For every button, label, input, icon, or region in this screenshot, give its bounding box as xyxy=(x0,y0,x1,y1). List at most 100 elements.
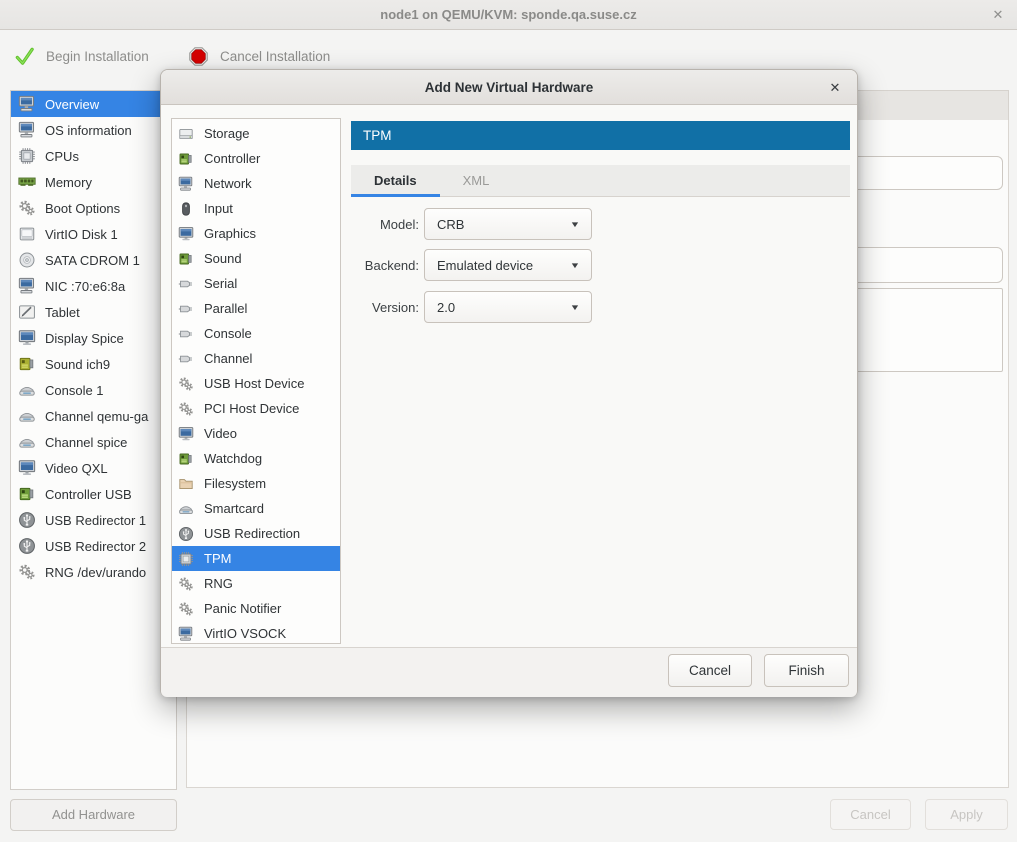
card-green-icon xyxy=(178,451,194,467)
sidebar-item-label: Display Spice xyxy=(45,331,124,346)
device-type-label: USB Host Device xyxy=(204,376,304,391)
usb-icon xyxy=(178,526,194,542)
version-label: Version: xyxy=(306,300,424,315)
sidebar-item-os-information[interactable]: OS information xyxy=(11,117,176,143)
sidebar-item-label: RNG /dev/urando xyxy=(45,565,146,580)
backend-row: Backend:Emulated device▼ xyxy=(306,249,592,281)
device-type-storage[interactable]: Storage xyxy=(172,121,340,146)
dialog-finish-button[interactable]: Finish xyxy=(764,654,849,687)
device-type-panic-notifier[interactable]: Panic Notifier xyxy=(172,596,340,621)
display-icon xyxy=(18,459,36,477)
begin-installation-button[interactable]: Begin Installation xyxy=(4,38,159,74)
device-type-label: Serial xyxy=(204,276,237,291)
sidebar-item-sata-cdrom-1[interactable]: SATA CDROM 1 xyxy=(11,247,176,273)
chevron-down-icon: ▼ xyxy=(570,261,581,270)
device-type-label: Graphics xyxy=(204,226,256,241)
device-type-label: PCI Host Device xyxy=(204,401,299,416)
device-type-watchdog[interactable]: Watchdog xyxy=(172,446,340,471)
card-green-icon xyxy=(178,251,194,267)
sidebar-item-display-spice[interactable]: Display Spice xyxy=(11,325,176,351)
tab-details[interactable]: Details xyxy=(351,165,440,197)
device-type-virtio-vsock[interactable]: VirtIO VSOCK xyxy=(172,621,340,644)
dialog-close-icon[interactable]: ✕ xyxy=(824,70,846,105)
sidebar-item-channel-spice[interactable]: Channel spice xyxy=(11,429,176,455)
sidebar-item-video-qxl[interactable]: Video QXL xyxy=(11,455,176,481)
folder-icon xyxy=(178,476,194,492)
device-type-smartcard[interactable]: Smartcard xyxy=(172,496,340,521)
device-type-controller[interactable]: Controller xyxy=(172,146,340,171)
scanner-icon xyxy=(18,433,36,451)
computer-icon xyxy=(178,626,194,642)
device-type-label: Smartcard xyxy=(204,501,264,516)
backend-select[interactable]: Emulated device▼ xyxy=(424,249,592,281)
computer-icon xyxy=(178,176,194,192)
computer-icon xyxy=(18,277,36,295)
model-row: Model:CRB▼ xyxy=(306,208,592,240)
dialog-cancel-button[interactable]: Cancel xyxy=(668,654,752,687)
device-type-tpm[interactable]: TPM xyxy=(172,546,340,571)
plug-icon xyxy=(178,301,194,317)
details-xml-tabbar: DetailsXML xyxy=(351,165,850,197)
gears-icon xyxy=(18,563,36,581)
sidebar-item-rng-dev-urando[interactable]: RNG /dev/urando xyxy=(11,559,176,585)
sidebar-item-label: Console 1 xyxy=(45,383,104,398)
sidebar-item-usb-redirector-1[interactable]: USB Redirector 1 xyxy=(11,507,176,533)
device-type-network[interactable]: Network xyxy=(172,171,340,196)
sidebar-item-label: SATA CDROM 1 xyxy=(45,253,140,268)
chip-icon xyxy=(178,551,194,567)
sidebar-item-label: Video QXL xyxy=(45,461,108,476)
sidebar-item-controller-usb[interactable]: Controller USB xyxy=(11,481,176,507)
device-type-label: Console xyxy=(204,326,252,341)
sidebar-item-memory[interactable]: Memory xyxy=(11,169,176,195)
add-hardware-button[interactable]: Add Hardware xyxy=(10,799,177,831)
sidebar-item-cpus[interactable]: CPUs xyxy=(11,143,176,169)
device-type-label: Sound xyxy=(204,251,242,266)
sidebar-item-channel-qemu-ga[interactable]: Channel qemu-ga xyxy=(11,403,176,429)
dialog-title: Add New Virtual Hardware xyxy=(161,70,857,105)
device-type-label: USB Redirection xyxy=(204,526,300,541)
sidebar-item-nic-70-e6-8a[interactable]: NIC :70:e6:8a xyxy=(11,273,176,299)
device-type-rng[interactable]: RNG xyxy=(172,571,340,596)
device-type-video[interactable]: Video xyxy=(172,421,340,446)
hardware-sidebar-list: Overview OS information CPUs Memory Boot Opt… xyxy=(10,90,177,790)
sidebar-item-tablet[interactable]: Tablet xyxy=(11,299,176,325)
device-type-channel[interactable]: Channel xyxy=(172,346,340,371)
device-type-pci-host-device[interactable]: PCI Host Device xyxy=(172,396,340,421)
sidebar-item-label: Channel spice xyxy=(45,435,127,450)
display-icon xyxy=(178,226,194,242)
display-icon xyxy=(18,329,36,347)
plug-icon xyxy=(178,326,194,342)
sidebar-item-console-1[interactable]: Console 1 xyxy=(11,377,176,403)
stop-sign-icon xyxy=(188,46,209,67)
device-panel-header: TPM xyxy=(351,121,850,150)
sidebar-item-overview[interactable]: Overview xyxy=(11,91,176,117)
sidebar-item-virtio-disk-1[interactable]: VirtIO Disk 1 xyxy=(11,221,176,247)
device-type-label: VirtIO VSOCK xyxy=(204,626,286,641)
version-select[interactable]: 2.0▼ xyxy=(424,291,592,323)
device-type-label: Channel xyxy=(204,351,252,366)
window-close-icon[interactable]: ✕ xyxy=(985,0,1011,30)
main-apply-button: Apply xyxy=(925,799,1008,830)
chevron-down-icon: ▼ xyxy=(570,303,581,312)
computer-icon xyxy=(18,95,36,113)
sidebar-item-label: Memory xyxy=(45,175,92,190)
sidebar-item-label: NIC :70:e6:8a xyxy=(45,279,125,294)
sidebar-item-label: Controller USB xyxy=(45,487,132,502)
sidebar-item-boot-options[interactable]: Boot Options xyxy=(11,195,176,221)
sidebar-item-label: OS information xyxy=(45,123,132,138)
tab-xml[interactable]: XML xyxy=(440,165,513,197)
sidebar-item-label: USB Redirector 1 xyxy=(45,513,146,528)
model-select[interactable]: CRB▼ xyxy=(424,208,592,240)
device-type-usb-redirection[interactable]: USB Redirection xyxy=(172,521,340,546)
sidebar-item-sound-ich9[interactable]: Sound ich9 xyxy=(11,351,176,377)
plug-icon xyxy=(178,351,194,367)
storage-icon xyxy=(178,126,194,142)
device-type-label: Network xyxy=(204,176,252,191)
add-hardware-dialog: Add New Virtual Hardware ✕ StorageContro… xyxy=(160,69,858,697)
version-row: Version:2.0▼ xyxy=(306,291,592,323)
sidebar-item-label: USB Redirector 2 xyxy=(45,539,146,554)
device-type-console[interactable]: Console xyxy=(172,321,340,346)
device-type-usb-host-device[interactable]: USB Host Device xyxy=(172,371,340,396)
device-type-filesystem[interactable]: Filesystem xyxy=(172,471,340,496)
sidebar-item-usb-redirector-2[interactable]: USB Redirector 2 xyxy=(11,533,176,559)
